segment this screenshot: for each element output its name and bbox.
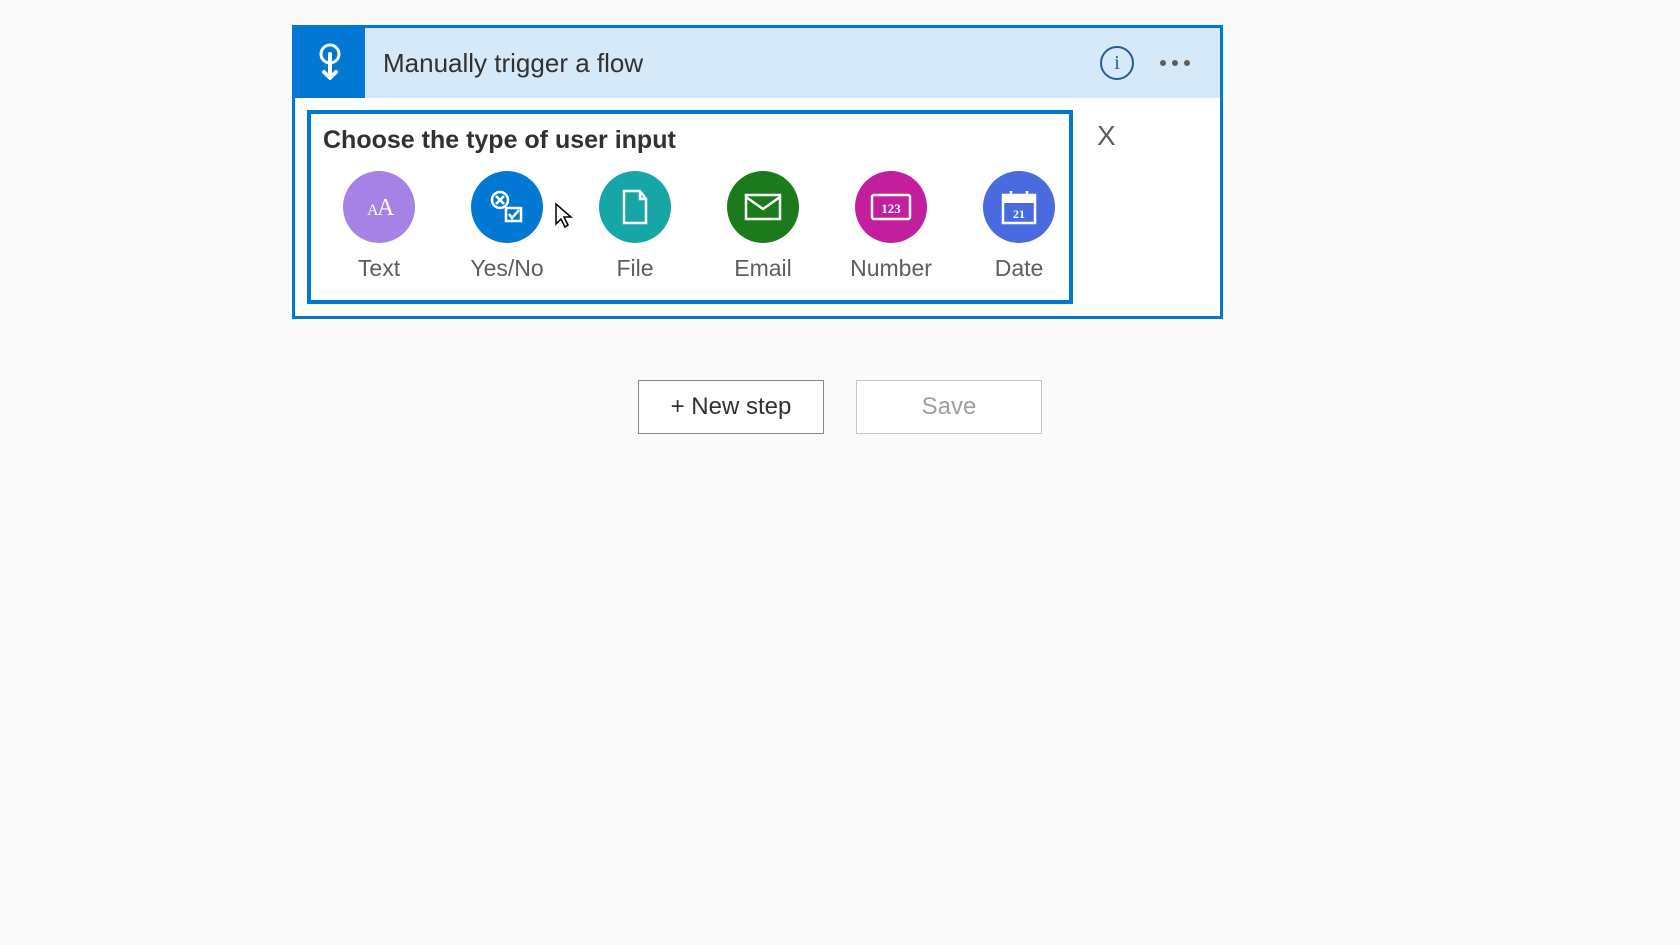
text-icon: AA [343,171,415,243]
trigger-body: Choose the type of user input AA Text [295,98,1220,316]
input-types-row: AA Text Yes/No [321,171,1059,282]
ellipsis-dot [1172,60,1178,66]
new-step-label: + New step [671,393,792,421]
close-button[interactable]: X [1097,110,1146,152]
save-button[interactable]: Save [856,380,1042,434]
ellipsis-dot [1160,60,1166,66]
more-options-button[interactable] [1152,52,1198,74]
input-type-label: Yes/No [470,255,543,282]
save-label: Save [922,393,977,421]
trigger-card: Manually trigger a flow i Choose the typ… [292,25,1223,319]
input-type-label: Date [995,255,1044,282]
new-step-button[interactable]: + New step [638,380,824,434]
input-type-yesno[interactable]: Yes/No [469,171,545,282]
info-glyph: i [1114,52,1120,75]
svg-text:123: 123 [881,201,901,216]
input-type-label: File [616,255,653,282]
input-types-heading: Choose the type of user input [323,126,1059,155]
input-type-date[interactable]: 21 Date [981,171,1057,282]
info-icon[interactable]: i [1100,46,1134,80]
input-type-label: Number [850,255,932,282]
input-type-text[interactable]: AA Text [341,171,417,282]
yesno-icon [471,171,543,243]
date-icon: 21 [983,171,1055,243]
input-types-panel: Choose the type of user input AA Text [307,110,1073,304]
trigger-title: Manually trigger a flow [365,48,1100,79]
email-icon [727,171,799,243]
file-icon [599,171,671,243]
action-row: + New step Save [0,380,1680,434]
ellipsis-dot [1184,60,1190,66]
number-icon: 123 [855,171,927,243]
input-type-email[interactable]: Email [725,171,801,282]
trigger-icon [295,28,365,98]
input-type-label: Email [734,255,792,282]
close-glyph: X [1097,120,1116,151]
svg-text:A: A [377,195,395,221]
svg-text:21: 21 [1013,207,1025,221]
trigger-header: Manually trigger a flow i [295,28,1220,98]
input-type-label: Text [358,255,400,282]
input-type-number[interactable]: 123 Number [853,171,929,282]
input-type-file[interactable]: File [597,171,673,282]
